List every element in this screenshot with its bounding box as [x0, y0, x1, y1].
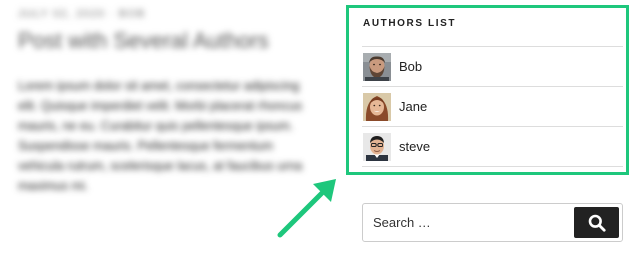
search-form [362, 203, 623, 242]
author-name[interactable]: Jane [399, 99, 427, 114]
author-list: Bob Jane steve [362, 46, 623, 167]
author-item-bob[interactable]: Bob [362, 47, 623, 87]
bearded-man-avatar[interactable] [363, 52, 391, 81]
woman-avatar[interactable] [363, 92, 391, 121]
author-item-steve[interactable]: steve [362, 127, 623, 167]
author-name[interactable]: Bob [399, 59, 422, 74]
post-date: July 02, 2020 · Bob [18, 8, 146, 20]
arrow-up-right-icon [277, 179, 336, 238]
authors-list-widget: AUTHORS LIST Bob Jane steve [346, 5, 629, 175]
search-input[interactable] [363, 204, 573, 241]
blurred-post: July 02, 2020 · Bob Post with Several Au… [18, 8, 318, 196]
author-name[interactable]: steve [399, 139, 430, 154]
search-icon [588, 214, 606, 232]
search-button[interactable] [574, 207, 619, 238]
post-title[interactable]: Post with Several Authors [18, 28, 318, 54]
widget-title: AUTHORS LIST [363, 18, 457, 29]
man-with-glasses-avatar[interactable] [363, 132, 391, 161]
author-item-jane[interactable]: Jane [362, 87, 623, 127]
